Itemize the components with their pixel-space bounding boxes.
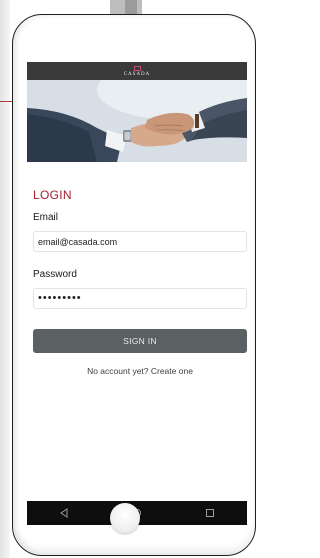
create-account-link[interactable]: No account yet? Create one xyxy=(27,366,247,376)
background-edge xyxy=(0,0,10,558)
logo-text: CASADA xyxy=(123,71,151,77)
logo-mark-icon xyxy=(133,65,141,71)
email-field[interactable] xyxy=(33,231,247,252)
password-label: Password xyxy=(33,269,77,280)
hero-handshake-image xyxy=(27,80,247,162)
casada-logo: CASADA xyxy=(123,65,151,77)
recents-icon[interactable] xyxy=(195,505,225,521)
phone-screen: CASADA LOGIN Email email@casada.com Pass… xyxy=(27,62,247,525)
email-label: Email xyxy=(33,212,59,223)
app-header: CASADA xyxy=(27,62,247,80)
back-icon[interactable] xyxy=(49,505,79,521)
password-field[interactable]: ••••••••• xyxy=(33,288,247,309)
phone-frame: CASADA LOGIN Email email@casada.com Pass… xyxy=(12,14,256,556)
handshake-illustration xyxy=(27,80,247,162)
physical-home-button[interactable] xyxy=(110,503,140,533)
sign-in-button[interactable]: SIGN IN xyxy=(33,329,247,353)
page-title: LOGIN xyxy=(33,188,72,202)
